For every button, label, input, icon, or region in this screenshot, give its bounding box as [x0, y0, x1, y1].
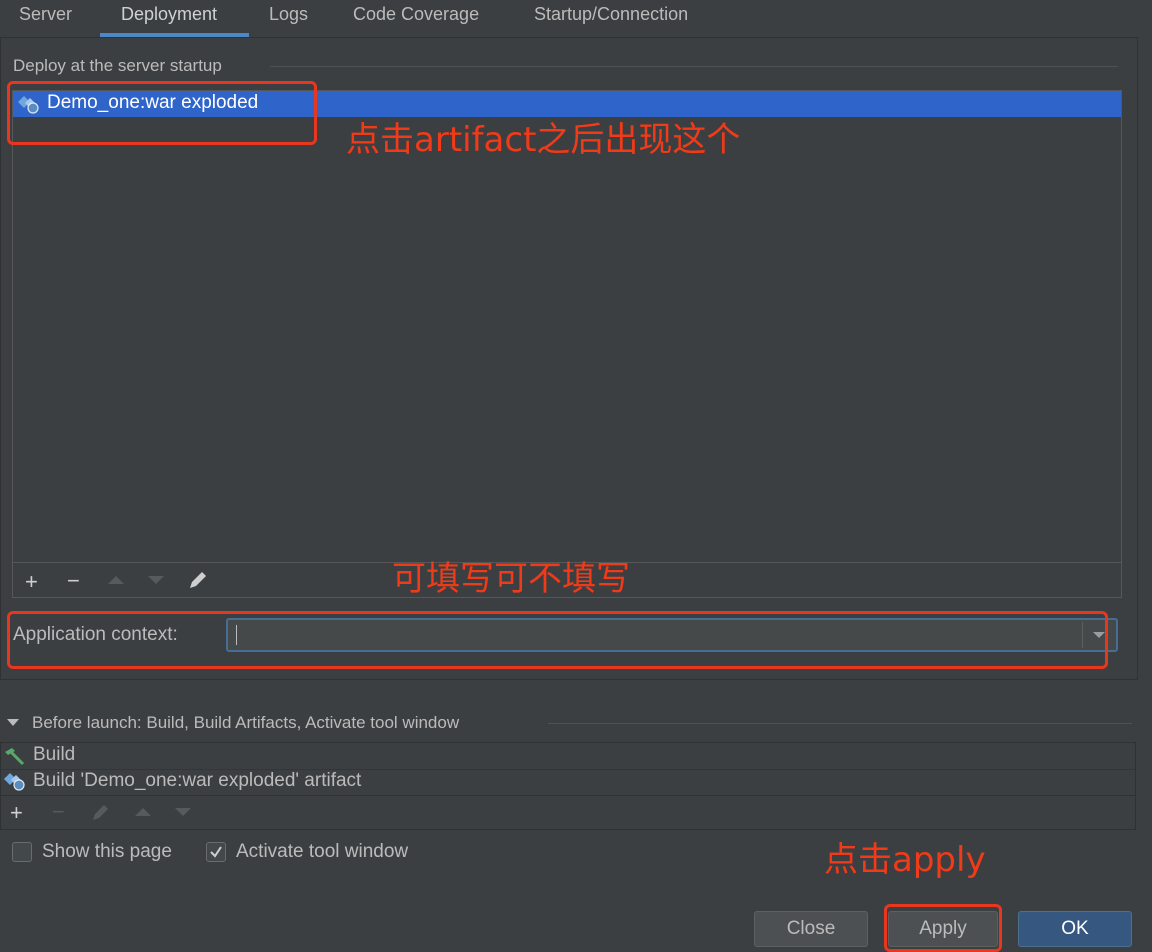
artifact-list[interactable] — [12, 90, 1122, 598]
tab-code-coverage[interactable]: Code Coverage — [353, 3, 479, 33]
annotation-box-context — [7, 611, 1108, 669]
tab-server[interactable]: Server — [19, 3, 72, 33]
before-launch-title[interactable]: Before launch: Build, Build Artifacts, A… — [32, 713, 459, 733]
remove-task-icon[interactable]: − — [52, 801, 65, 823]
group-divider — [270, 66, 1118, 67]
before-launch-divider — [548, 723, 1132, 724]
annotation-optional-note: 可填写可不填写 — [392, 559, 630, 599]
edit-icon[interactable] — [187, 569, 209, 591]
move-down-icon[interactable] — [147, 575, 165, 585]
deploy-group-title: Deploy at the server startup — [13, 56, 222, 75]
show-page-label[interactable]: Show this page — [42, 841, 172, 863]
edit-task-icon[interactable] — [90, 802, 112, 822]
checkmark-icon — [210, 846, 222, 858]
annotation-box-apply — [884, 904, 1002, 952]
collapse-triangle-icon[interactable] — [6, 718, 20, 728]
show-page-checkbox[interactable] — [12, 842, 32, 862]
artifact-icon — [4, 773, 25, 791]
tab-deployment[interactable]: Deployment — [121, 3, 217, 33]
tab-logs[interactable]: Logs — [269, 3, 308, 33]
ok-button[interactable]: OK — [1018, 911, 1132, 947]
move-up-icon[interactable] — [107, 575, 125, 585]
task-toolbar-divider — [1, 795, 1135, 796]
tab-bar: Server Deployment Logs Code Coverage Sta… — [0, 0, 1152, 38]
task-build-artifact[interactable]: Build 'Demo_one:war exploded' artifact — [33, 770, 361, 792]
annotation-apply-note: 点击apply — [824, 840, 986, 880]
add-icon[interactable]: + — [25, 571, 38, 593]
annotation-box-artifact — [7, 81, 317, 145]
close-button[interactable]: Close — [754, 911, 868, 947]
add-task-icon[interactable]: + — [10, 802, 23, 824]
move-task-up-icon[interactable] — [134, 807, 152, 817]
activate-tool-window-label[interactable]: Activate tool window — [236, 841, 408, 863]
move-task-down-icon[interactable] — [174, 807, 192, 817]
activate-tool-window-checkbox[interactable] — [206, 842, 226, 862]
hammer-icon — [5, 748, 25, 766]
annotation-artifact-note: 点击artifact之后出现这个 — [346, 120, 741, 160]
remove-icon[interactable]: − — [67, 570, 80, 592]
tab-startup-connection[interactable]: Startup/Connection — [534, 3, 688, 33]
task-build[interactable]: Build — [33, 744, 75, 766]
